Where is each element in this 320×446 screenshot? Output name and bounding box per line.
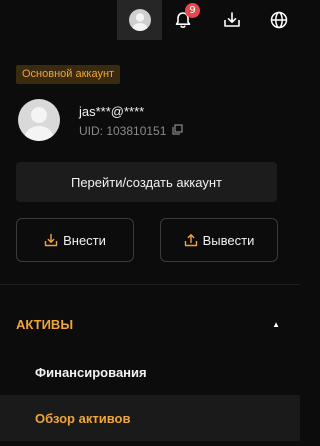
copy-icon[interactable]	[172, 124, 184, 138]
globe-icon	[270, 11, 288, 29]
section-title: АКТИВЫ	[16, 317, 74, 332]
avatar-icon	[128, 9, 151, 31]
notifications-button[interactable]: 9	[163, 0, 203, 40]
deposit-button[interactable]: Внести	[16, 218, 134, 262]
switch-account-button[interactable]: Перейти/создать аккаунт	[16, 162, 277, 202]
avatar	[18, 99, 60, 141]
withdraw-button[interactable]: Вывести	[160, 218, 278, 262]
account-type-badge: Основной аккаунт	[16, 65, 121, 84]
username: jas***@****	[79, 104, 145, 119]
divider	[0, 284, 300, 285]
withdraw-label: Вывести	[202, 232, 255, 248]
menu-item-assets-overview[interactable]: Обзор активов	[0, 395, 300, 441]
caret-up-icon: ▲	[272, 320, 280, 329]
profile-button[interactable]	[117, 0, 162, 40]
uid-row: UID: 103810151	[79, 124, 184, 138]
deposit-label: Внести	[63, 232, 106, 248]
assets-section-toggle[interactable]: АКТИВЫ ▲	[16, 317, 284, 332]
uid-text: UID: 103810151	[79, 124, 167, 138]
menu-item-financing[interactable]: Финансирования	[0, 349, 300, 395]
top-bar: 9	[0, 0, 300, 40]
notification-badge: 9	[185, 3, 200, 18]
download-button[interactable]	[212, 0, 252, 40]
deposit-icon	[44, 233, 58, 247]
download-icon	[224, 12, 240, 27]
language-button[interactable]	[259, 0, 299, 40]
withdraw-icon	[184, 234, 197, 247]
